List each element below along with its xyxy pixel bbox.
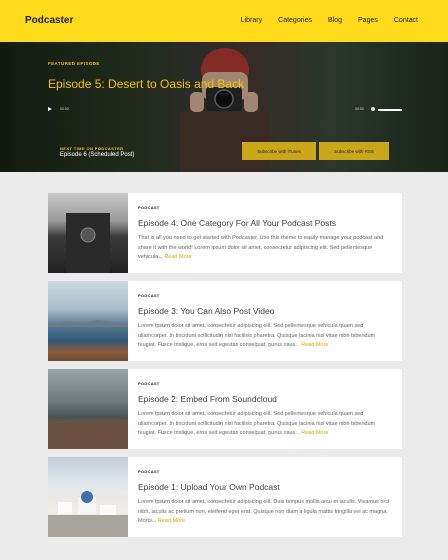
post-title[interactable]: Episode 3: You Can Also Post Video bbox=[138, 306, 393, 316]
nav-item-pages[interactable]: Pages bbox=[358, 17, 378, 24]
nav-item-categories[interactable]: Categories bbox=[278, 17, 312, 24]
post-excerpt-text: Lorem ipsum dolor sit amet, consectetur … bbox=[138, 411, 376, 436]
post-title[interactable]: Episode 2: Embed From Soundcloud bbox=[138, 394, 393, 404]
nav-item-blog[interactable]: Blog bbox=[328, 17, 342, 24]
post-thumbnail[interactable] bbox=[48, 193, 128, 273]
read-more-link[interactable]: Read More bbox=[301, 430, 328, 436]
read-more-link[interactable]: Read More bbox=[158, 518, 185, 524]
post-excerpt-text: Lorem ipsum dolor sit amet, consectetur … bbox=[138, 323, 376, 348]
featured-label: FEATURED EPISODE bbox=[48, 61, 100, 66]
audio-player: 00:00 00:00 bbox=[48, 107, 403, 113]
next-episode-title: Episode 6 (Scheduled Post) bbox=[60, 152, 135, 158]
hero-banner: FEATURED EPISODE Episode 5: Desert to Oa… bbox=[0, 42, 448, 172]
post-category[interactable]: PODCAST bbox=[138, 469, 393, 474]
duration-time: 00:00 bbox=[355, 107, 364, 111]
nav-item-library[interactable]: Library bbox=[241, 17, 262, 24]
main-nav: Library Categories Blog Pages Contact bbox=[225, 17, 418, 24]
read-more-link[interactable]: Read More bbox=[164, 254, 191, 260]
post-thumbnail[interactable] bbox=[48, 281, 128, 361]
post-thumbnail[interactable] bbox=[48, 457, 128, 537]
subscribe-itunes-button[interactable]: Subscribe with iTunes bbox=[242, 142, 316, 160]
post-card: PODCAST Episode 4: One Category For All … bbox=[48, 193, 402, 273]
post-title[interactable]: Episode 1: Upload Your Own Podcast bbox=[138, 482, 393, 492]
play-icon[interactable] bbox=[48, 107, 52, 111]
post-excerpt: Lorem ipsum dolor sit amet, consectetur … bbox=[138, 411, 376, 436]
post-card: PODCAST Episode 1: Upload Your Own Podca… bbox=[48, 457, 402, 537]
site-logo[interactable]: Podcaster bbox=[25, 15, 73, 26]
post-excerpt: Lorem ipsum dolor sit amet, consectetur … bbox=[138, 499, 390, 524]
current-time: 00:00 bbox=[60, 107, 69, 111]
next-episode-label: NEXT TIME ON PODCASTER bbox=[60, 146, 124, 151]
post-title[interactable]: Episode 4: One Category For All Your Pod… bbox=[138, 218, 393, 228]
post-category[interactable]: PODCAST bbox=[138, 205, 393, 210]
nav-item-contact[interactable]: Contact bbox=[394, 17, 418, 24]
post-card: PODCAST Episode 3: You Can Also Post Vid… bbox=[48, 281, 402, 361]
hero-title[interactable]: Episode 5: Desert to Oasis and Back bbox=[48, 77, 244, 91]
post-excerpt: That is all you need to get started with… bbox=[138, 235, 384, 260]
read-more-link[interactable]: Read More bbox=[301, 342, 328, 348]
post-card: PODCAST Episode 2: Embed From Soundcloud… bbox=[48, 369, 402, 449]
post-category[interactable]: PODCAST bbox=[138, 293, 393, 298]
post-excerpt: Lorem ipsum dolor sit amet, consectetur … bbox=[138, 323, 376, 348]
site-header: Podcaster Library Categories Blog Pages … bbox=[0, 0, 448, 42]
volume-icon[interactable] bbox=[371, 107, 375, 111]
post-thumbnail[interactable] bbox=[48, 369, 128, 449]
post-category[interactable]: PODCAST bbox=[138, 381, 393, 386]
subscribe-rss-button[interactable]: Subscribe with RSS bbox=[319, 142, 389, 160]
volume-slider[interactable] bbox=[378, 108, 402, 111]
